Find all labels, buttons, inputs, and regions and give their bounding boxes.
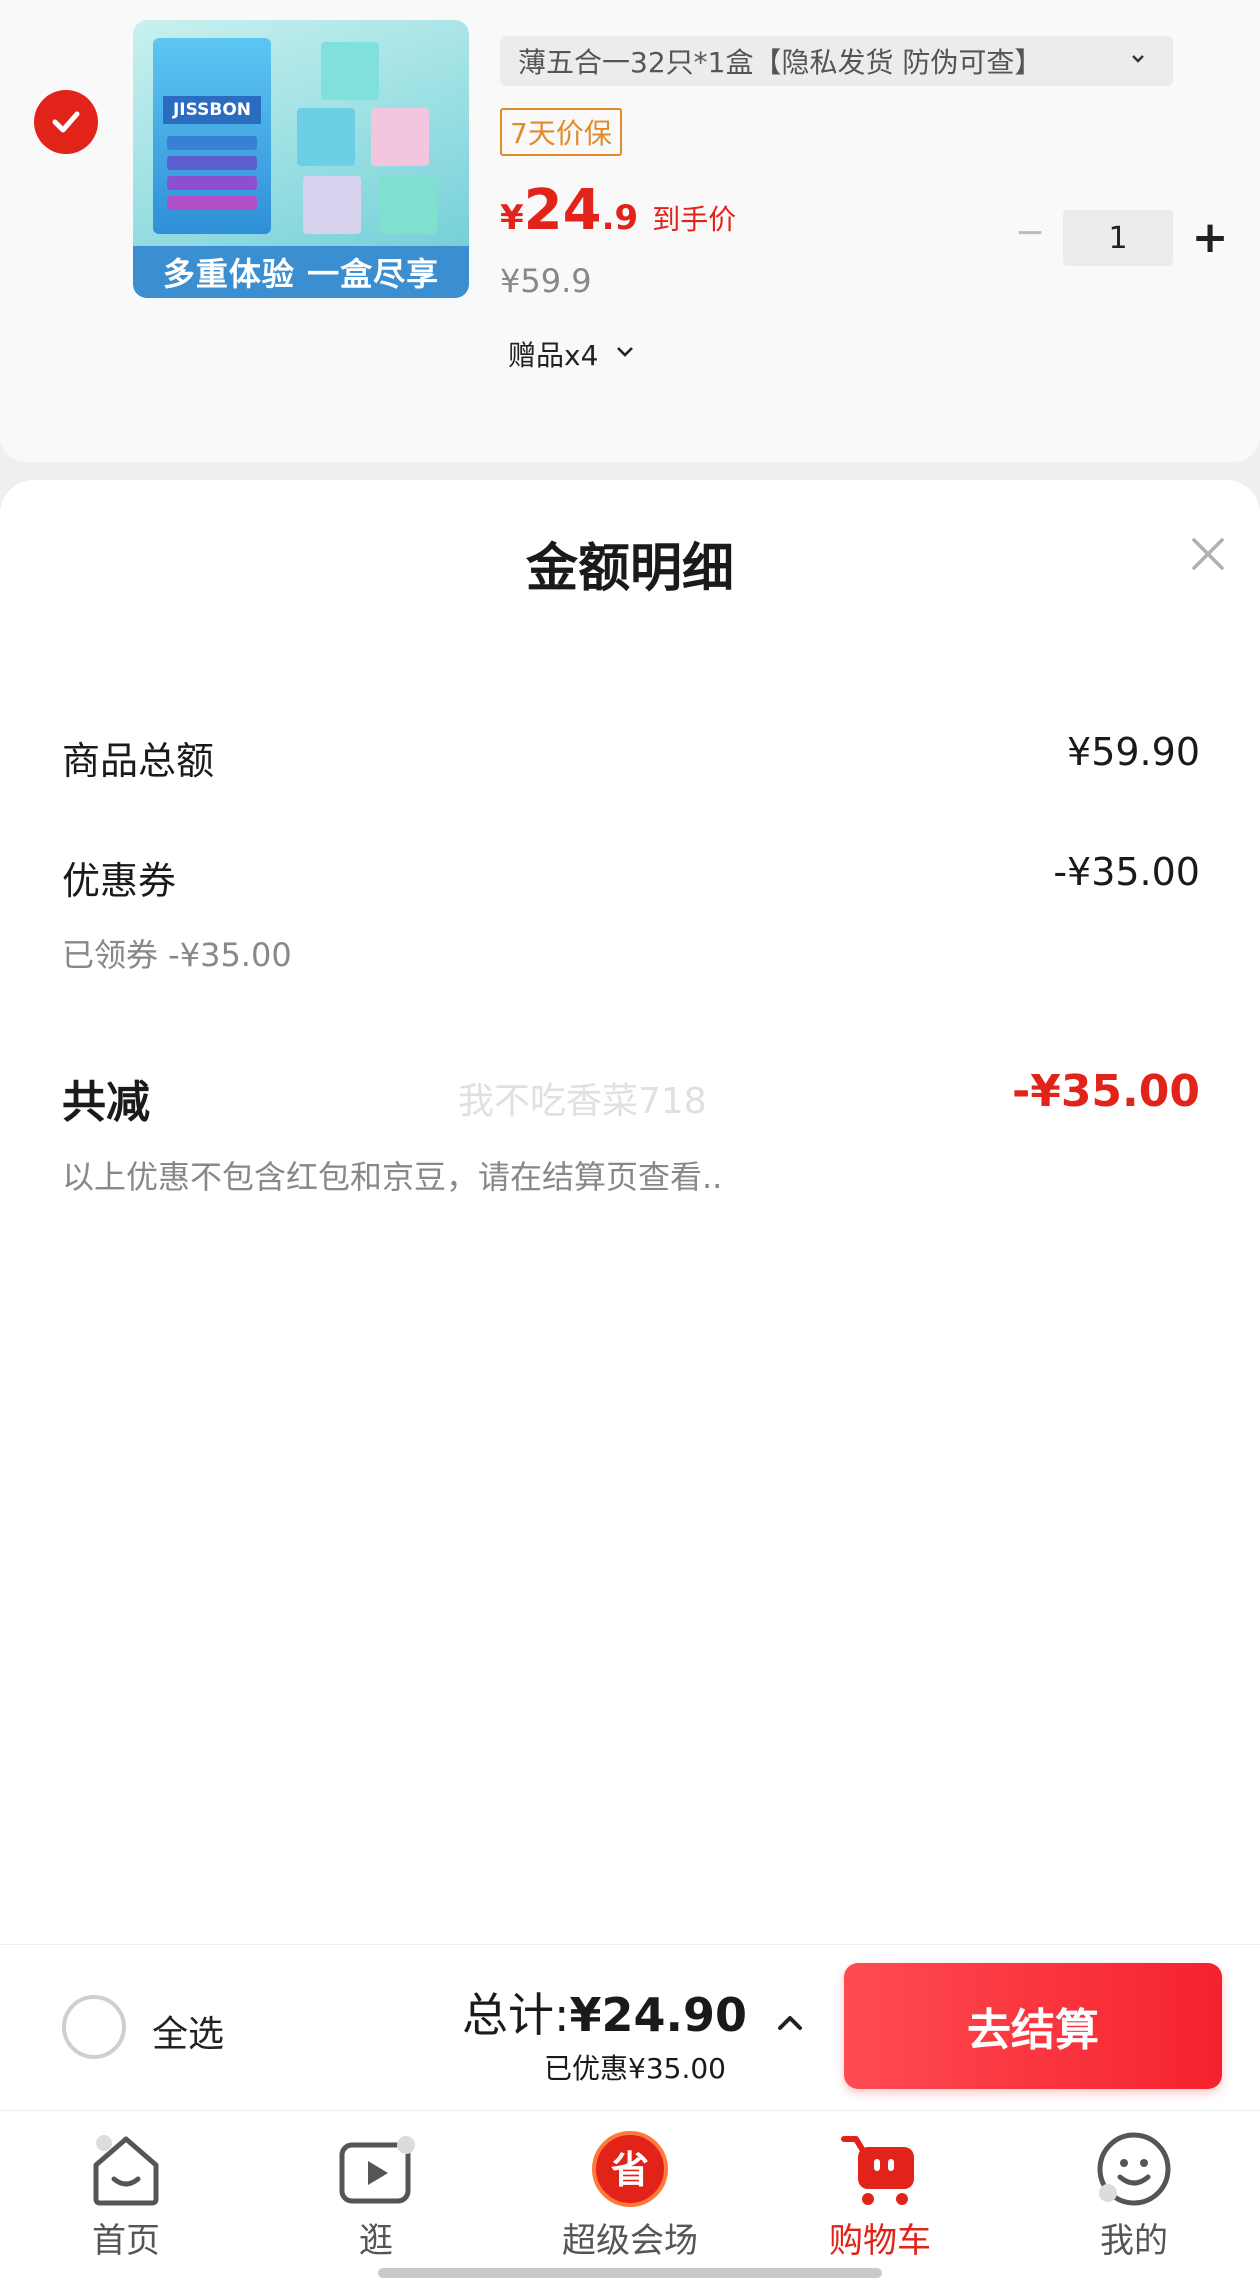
product-image-banner: 多重体验 一盒尽享 (133, 246, 469, 298)
checkout-button[interactable]: 去结算 (844, 1963, 1222, 2089)
checkout-saved: 已优惠¥35.00 (544, 2052, 726, 2085)
tab-super-venue[interactable]: 省 超级会场 (530, 2129, 730, 2269)
original-price: ¥59.9 (500, 262, 592, 300)
tab-profile[interactable]: 我的 (1034, 2129, 1234, 2269)
quantity-increase-button[interactable]: + (1188, 212, 1232, 263)
price-currency: ¥ (500, 198, 524, 238)
profile-icon (1094, 2129, 1174, 2209)
price-integer: 24 (523, 178, 602, 243)
super-venue-icon: 省 (590, 2129, 670, 2209)
sheet-title: 金额明细 (525, 539, 734, 599)
tab-home-label: 首页 (92, 2221, 160, 2261)
total-reduction-value: -¥35.00 (1011, 1066, 1200, 1117)
watermark: 我不吃香菜718 (458, 1081, 707, 1122)
tab-browse[interactable]: 逛 (276, 2129, 476, 2269)
tab-browse-label: 逛 (359, 2221, 393, 2261)
product-box-graphic: JISSBON (153, 38, 271, 234)
cart-item-card: JISSBON 多重体验 一盒尽享 薄五合一32只*1盒【隐私发货 防伪可查】 … (0, 0, 1260, 462)
gift-dropdown[interactable]: 赠品x4 (508, 334, 636, 374)
coupon-label: 优惠券 (62, 859, 177, 903)
quantity-input[interactable]: 1 (1063, 210, 1173, 266)
checkout-total-label: 总计: (462, 1988, 570, 2042)
svg-text:省: 省 (611, 2148, 649, 2192)
product-brand-text: JISSBON (163, 96, 261, 124)
checkout-total-amount: ¥24.90 (569, 1988, 748, 2042)
coupon-value: -¥35.00 (1053, 850, 1200, 894)
check-icon (52, 111, 80, 133)
goods-total-value: ¥59.90 (1067, 730, 1200, 774)
coupon-note: 已领券 -¥35.00 (62, 936, 292, 974)
home-icon (86, 2129, 166, 2209)
price-tag: 到手价 (652, 203, 737, 236)
select-all-checkbox[interactable] (62, 1995, 126, 2059)
product-image[interactable]: JISSBON 多重体验 一盒尽享 (133, 20, 469, 298)
select-all-label[interactable]: 全选 (152, 2005, 224, 2057)
tab-super-venue-label: 超级会场 (562, 2221, 698, 2261)
chevron-down-icon (1129, 48, 1147, 73)
sku-selector[interactable]: 薄五合一32只*1盒【隐私发货 防伪可查】 (500, 36, 1173, 86)
final-price: ¥ 24 .9 到手价 (500, 178, 736, 243)
checkout-bar: 全选 总计: ¥24.90 已优惠¥35.00 去结算 (0, 1944, 1260, 2110)
amount-detail-sheet: 金额明细 商品总额 ¥59.90 优惠券 -¥35.00 已领券 -¥35.00… (0, 480, 1260, 1944)
cart-icon (840, 2129, 920, 2209)
item-selected-checkbox[interactable] (34, 90, 98, 154)
goods-total-label: 商品总额 (62, 739, 215, 783)
bottom-tab-bar: 首页 逛 省 超级会场 购物车 我的 (0, 2110, 1260, 2284)
gift-label: 赠品x4 (508, 339, 599, 372)
expand-detail-toggle[interactable] (772, 2005, 808, 2041)
sku-text: 薄五合一32只*1盒【隐私发货 防伪可查】 (518, 46, 1043, 79)
discount-note: 以上优惠不包含红包和京豆，请在结算页查看.. (62, 1158, 723, 1196)
price-protection-badge: 7天价保 (500, 108, 622, 156)
price-decimal: .9 (601, 198, 639, 238)
home-indicator[interactable] (378, 2268, 882, 2278)
tab-profile-label: 我的 (1100, 2221, 1168, 2261)
tab-cart-label: 购物车 (829, 2221, 931, 2261)
checkout-total: 总计: ¥24.90 (462, 1979, 747, 2045)
tab-cart[interactable]: 购物车 (780, 2129, 980, 2269)
total-reduction-label: 共减 (62, 1077, 150, 1128)
quantity-decrease-button[interactable]: − (1010, 212, 1050, 253)
close-button[interactable] (1186, 532, 1230, 576)
video-icon (336, 2129, 416, 2209)
chevron-up-icon (778, 2016, 802, 2030)
close-icon (1192, 538, 1224, 570)
chevron-down-icon (614, 340, 636, 368)
tab-home[interactable]: 首页 (26, 2129, 226, 2269)
